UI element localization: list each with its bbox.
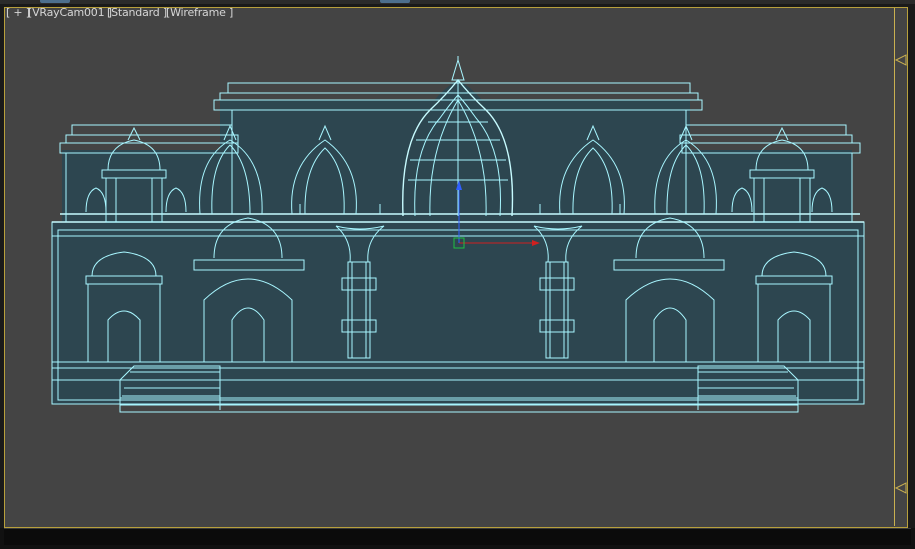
frame-marker-top-icon (894, 54, 907, 66)
frame-marker-bottom-icon (894, 482, 907, 494)
timeline-strip[interactable] (4, 528, 911, 545)
temple-wireframe-model[interactable] (0, 0, 915, 549)
